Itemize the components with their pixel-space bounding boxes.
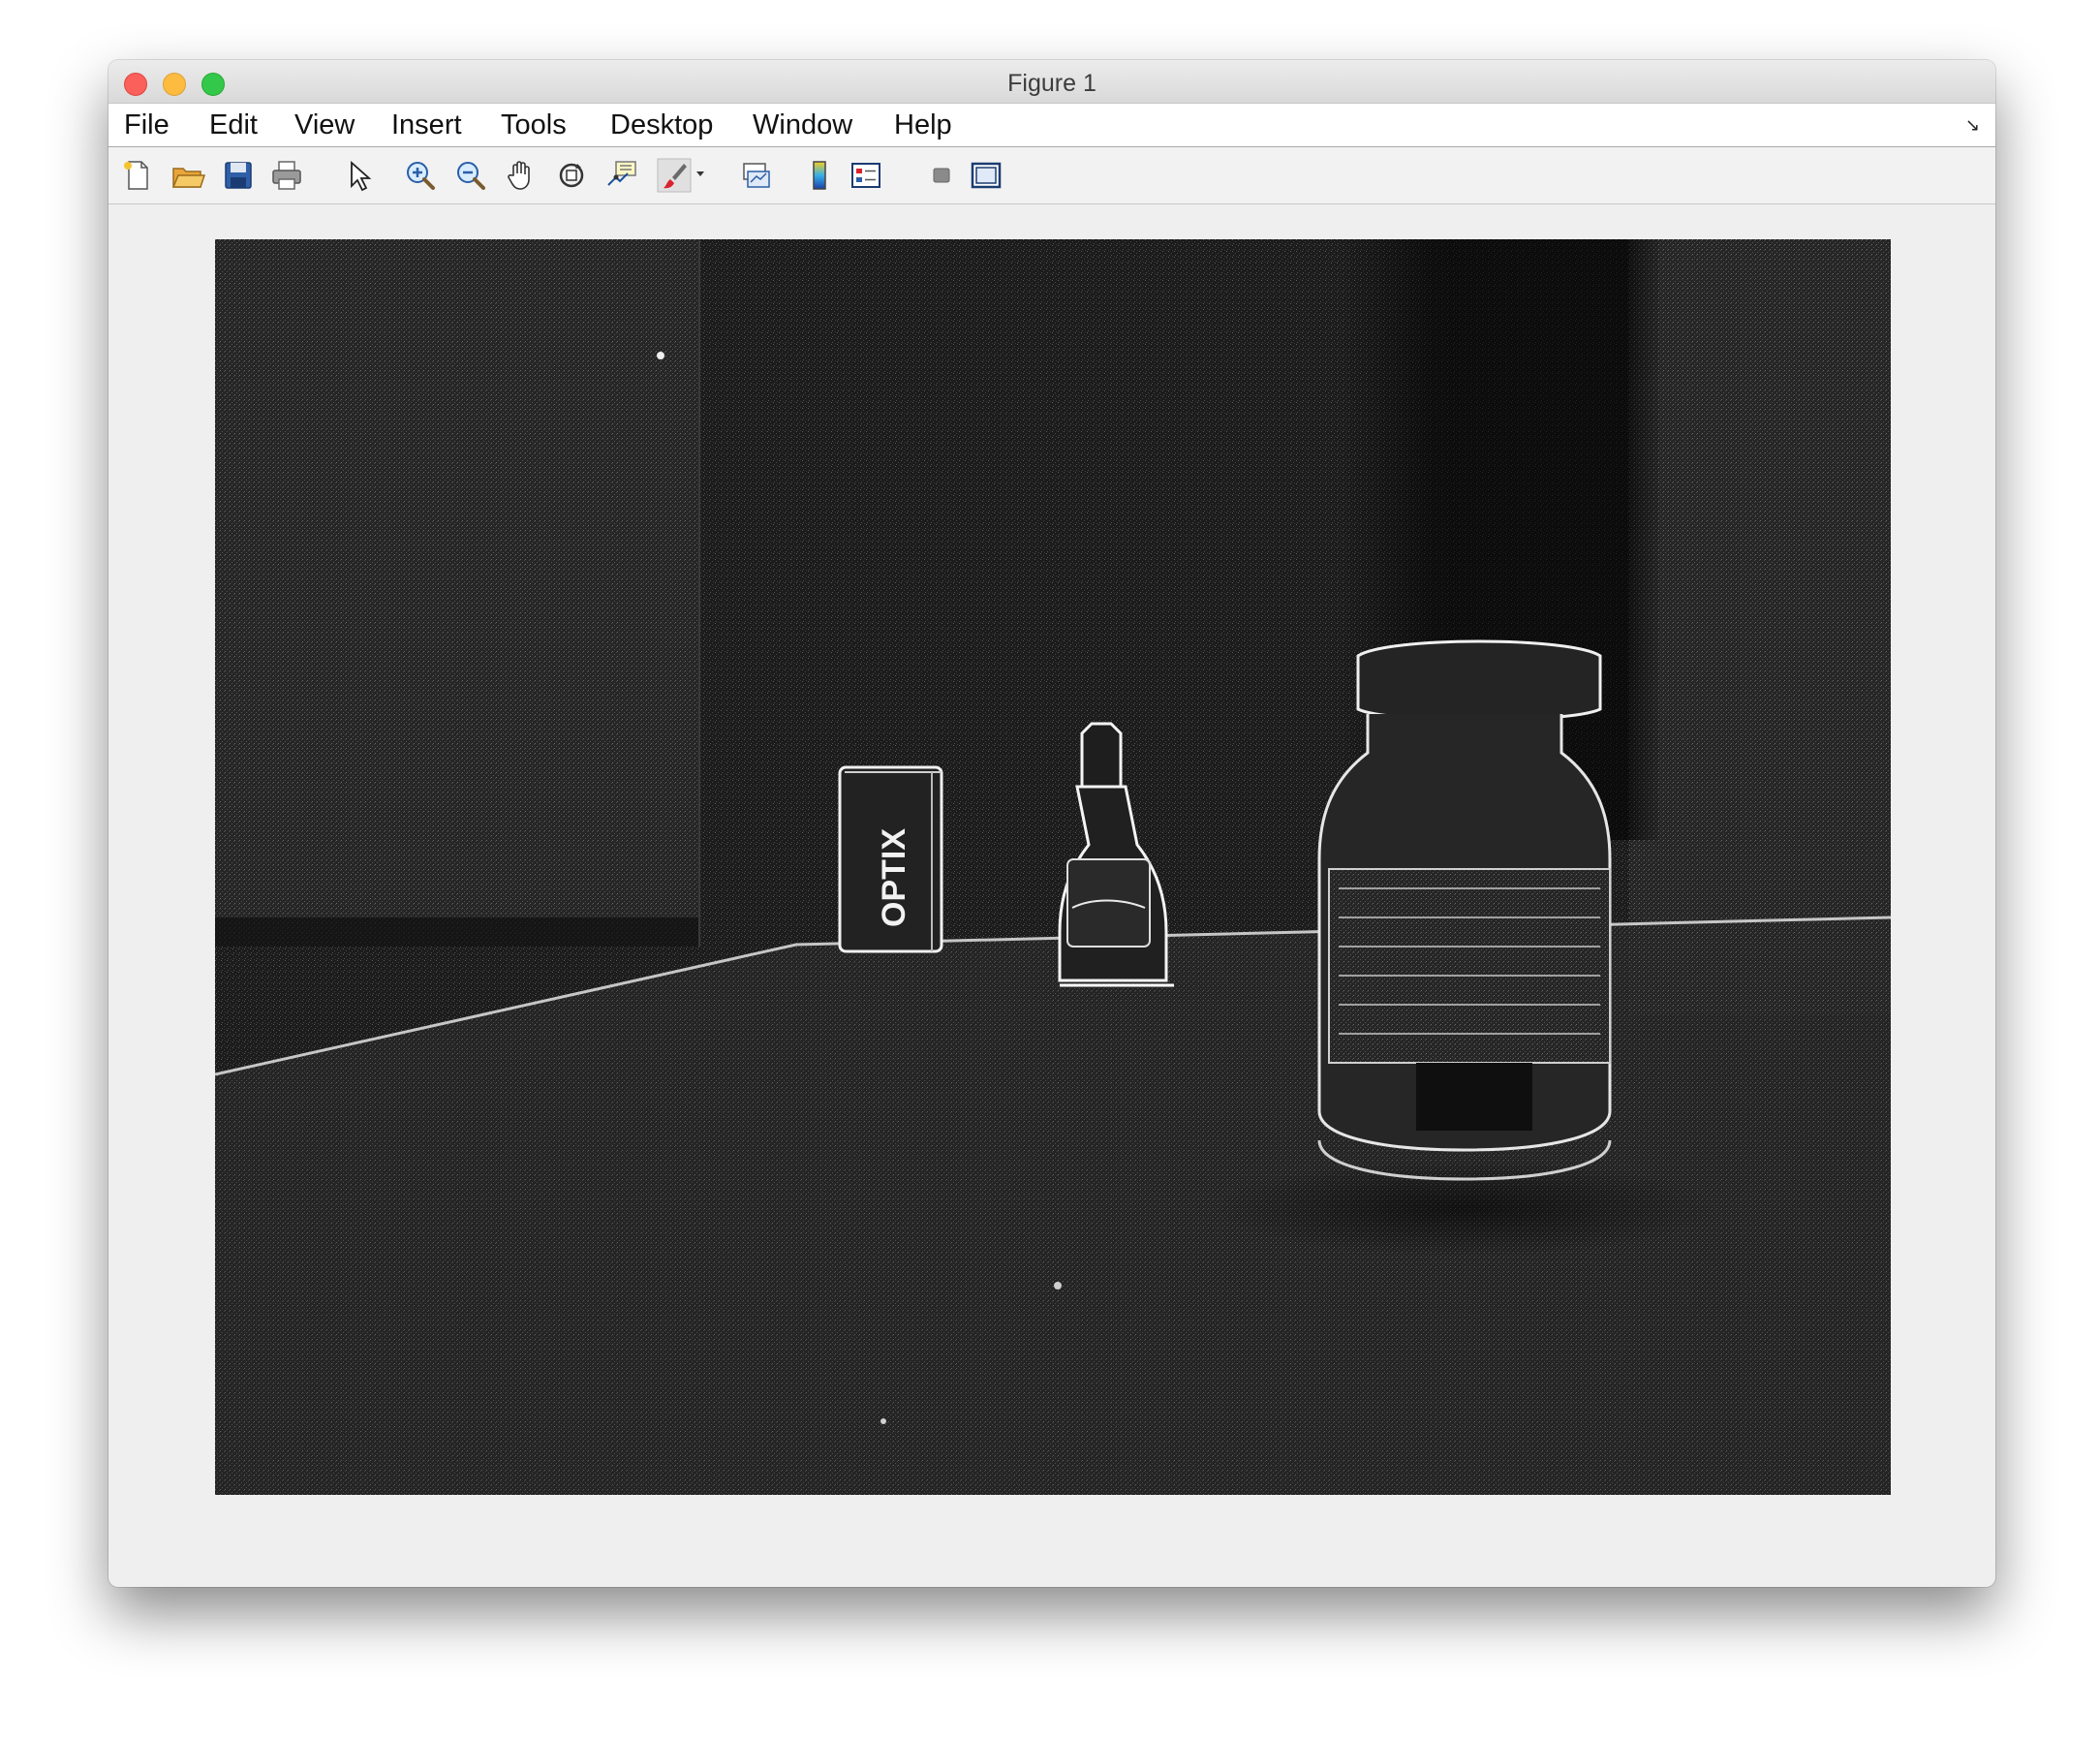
brush-dropdown-icon[interactable] — [694, 167, 707, 180]
save-figure-icon[interactable] — [221, 158, 256, 193]
print-figure-icon[interactable] — [269, 158, 304, 193]
open-file-icon[interactable] — [170, 158, 205, 193]
box-object: OPTIX — [838, 765, 943, 953]
insert-colorbar-icon[interactable] — [802, 158, 837, 193]
zoom-out-icon[interactable] — [453, 158, 488, 193]
rotate-3d-icon[interactable] — [554, 158, 589, 193]
title-bar[interactable]: Figure 1 — [108, 60, 1995, 104]
menu-desktop[interactable]: Desktop — [610, 109, 713, 141]
edit-plot-pointer-icon[interactable] — [341, 158, 376, 193]
show-plot-tools-icon[interactable] — [969, 158, 1004, 193]
menu-bar: File Edit View Insert Tools Desktop Wind… — [108, 104, 1995, 147]
menu-file[interactable]: File — [124, 109, 170, 141]
figure-image[interactable]: OPTIX — [215, 239, 1891, 1495]
data-cursor-icon[interactable] — [604, 158, 639, 193]
pan-hand-icon[interactable] — [504, 158, 539, 193]
hide-plot-tools-icon[interactable] — [924, 158, 959, 193]
insert-legend-icon[interactable] — [849, 158, 883, 193]
window-title: Figure 1 — [1007, 70, 1096, 97]
menu-view[interactable]: View — [294, 109, 355, 141]
zoom-in-icon[interactable] — [403, 158, 438, 193]
new-figure-icon[interactable] — [120, 158, 155, 193]
menu-window[interactable]: Window — [753, 109, 852, 141]
menu-insert[interactable]: Insert — [391, 109, 462, 141]
optix-label: OPTIX — [876, 828, 912, 927]
figure-toolbar — [108, 147, 1995, 204]
figure-window: Figure 1 File Edit View Insert Tools Des… — [108, 60, 1995, 1587]
menu-edit[interactable]: Edit — [209, 109, 258, 141]
menu-tools[interactable]: Tools — [501, 109, 567, 141]
menu-help[interactable]: Help — [894, 109, 952, 141]
undock-icon[interactable]: ↘ — [1965, 115, 1980, 136]
link-plot-icon[interactable] — [738, 158, 773, 193]
brush-icon[interactable] — [657, 158, 692, 193]
